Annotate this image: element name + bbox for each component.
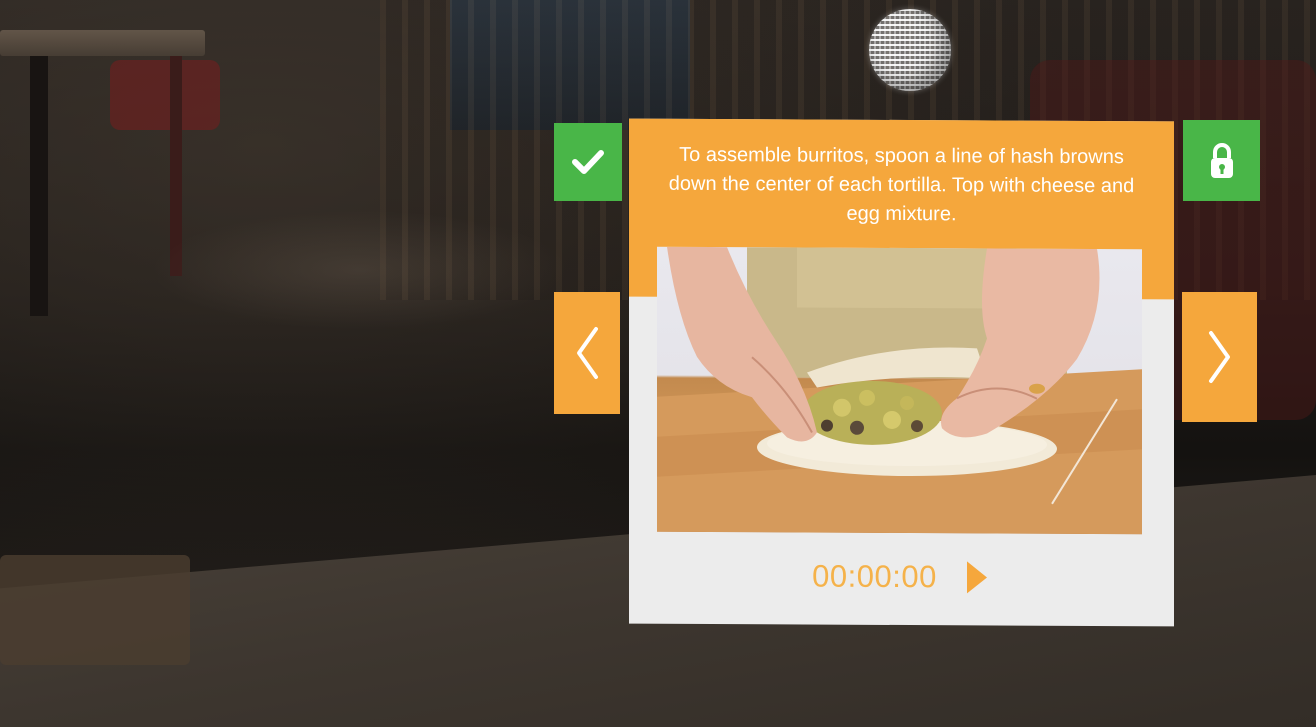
- background-table: [0, 30, 205, 56]
- complete-step-button[interactable]: [554, 123, 622, 201]
- chevron-right-icon: [1208, 331, 1230, 383]
- lock-button[interactable]: [1183, 120, 1260, 201]
- previous-step-button[interactable]: [554, 292, 620, 414]
- background-chair: [110, 60, 220, 130]
- check-icon: [572, 150, 604, 174]
- background-floor-reflection: [150, 210, 570, 330]
- playback-controls: 00:00:00: [629, 551, 1174, 604]
- play-icon: [966, 561, 987, 594]
- next-step-button[interactable]: [1182, 292, 1257, 422]
- burrito-assembly-photo: [657, 246, 1142, 535]
- hologram-sphere[interactable]: [869, 9, 951, 91]
- timer-display: 00:00:00: [812, 558, 937, 595]
- background-foreground-chair: [0, 555, 190, 665]
- chevron-left-icon: [577, 327, 598, 379]
- mixed-reality-scene: To assemble burritos, spoon a line of ha…: [0, 0, 1316, 727]
- play-button[interactable]: [963, 557, 991, 597]
- step-photo: [657, 246, 1142, 535]
- recipe-step-card: To assemble burritos, spoon a line of ha…: [629, 118, 1174, 627]
- lock-icon: [1210, 142, 1233, 178]
- step-instruction: To assemble burritos, spoon a line of ha…: [668, 143, 1135, 226]
- background-table-leg: [30, 56, 48, 316]
